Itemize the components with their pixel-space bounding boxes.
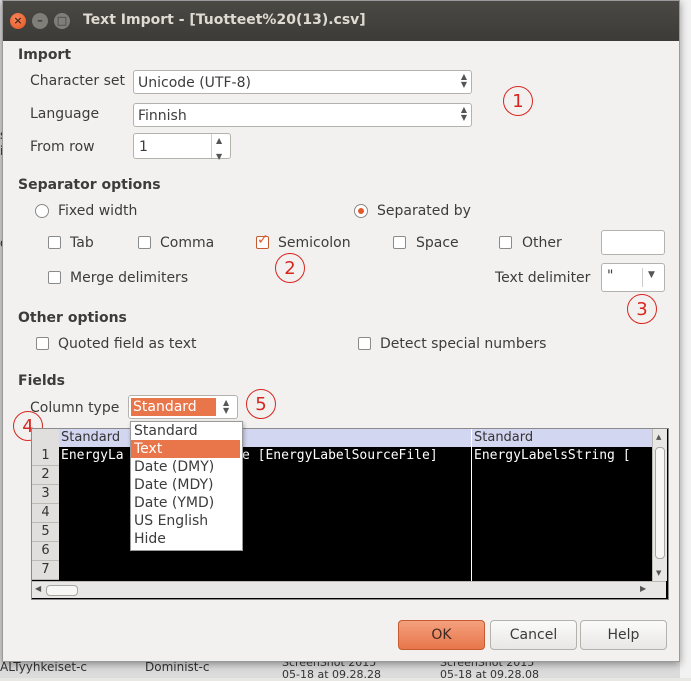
vertical-scrollbar[interactable]: ▲ ▼	[652, 429, 667, 581]
scroll-thumb[interactable]	[46, 585, 78, 596]
text-delimiter-combo[interactable]: " ▼	[601, 263, 665, 292]
quoted-field-label: Quoted field as text	[58, 336, 197, 352]
row-header: 2	[32, 466, 59, 485]
other-separator-input[interactable]	[601, 230, 665, 255]
spin-arrows-icon[interactable]: ▲ ▼	[216, 137, 222, 161]
grid-corner	[32, 429, 59, 448]
fromrow-spinbox[interactable]: ▲▼	[133, 133, 231, 161]
minimize-button[interactable]: –	[32, 13, 48, 29]
quoted-field-checkbox[interactable]	[36, 337, 49, 350]
semicolon-label: Semicolon	[278, 235, 351, 251]
row-header: 5	[32, 523, 59, 542]
column-divider	[471, 429, 472, 581]
merge-delimiters-checkbox[interactable]	[48, 271, 61, 284]
bg-file-label: 05-18 at 09.28.28	[282, 668, 381, 681]
separated-by-label: Separated by	[377, 203, 471, 219]
tab-label: Tab	[70, 235, 94, 251]
window-title: Text Import - [Tuotteet%20(13).csv]	[83, 12, 366, 28]
column-type-dropdown: Standard Text Date (DMY) Date (MDY) Date…	[130, 421, 243, 551]
comma-label: Comma	[160, 235, 215, 251]
close-button[interactable]: ×	[10, 13, 26, 29]
bg-file-label: Dominist-c	[145, 660, 210, 674]
dropdown-option-date-mdy[interactable]: Date (MDY)	[131, 476, 240, 494]
text-delimiter-label: Text delimiter	[495, 270, 591, 286]
horizontal-scrollbar[interactable]: ◀ ▶	[32, 581, 666, 598]
checkmark-icon: ✓	[257, 232, 269, 248]
dropdown-option-us-english[interactable]: US English	[131, 512, 240, 530]
row-header: 6	[32, 542, 59, 561]
charset-label: Character set	[30, 73, 125, 89]
row-header: 4	[32, 504, 59, 523]
comma-checkbox[interactable]	[138, 236, 151, 249]
bg-file-label: 05-18 at 09.28.08	[440, 668, 539, 681]
dropdown-option-text[interactable]: Text	[131, 440, 240, 458]
fromrow-input[interactable]	[137, 137, 211, 157]
separated-by-radio[interactable]	[354, 204, 368, 218]
charset-value: Unicode (UTF-8)	[138, 75, 251, 91]
dropdown-option-standard[interactable]: Standard	[131, 422, 240, 440]
separator-section-title: Separator options	[18, 177, 161, 193]
scroll-thumb[interactable]	[655, 447, 665, 559]
column-type-value: Standard	[131, 398, 216, 416]
fixed-width-label: Fixed width	[58, 203, 138, 219]
column-type-label: Column type	[30, 400, 120, 416]
space-checkbox[interactable]	[393, 236, 406, 249]
preview-grid[interactable]: Standard Standard 1 2 3 4 5 6 7 EnergyLa…	[31, 428, 669, 600]
scroll-up-icon[interactable]: ▲	[656, 433, 661, 441]
text-delimiter-value: "	[607, 268, 614, 284]
import-section-title: Import	[18, 47, 72, 63]
row-header: 3	[32, 485, 59, 504]
scroll-right-icon[interactable]: ▶	[640, 584, 646, 593]
detect-special-numbers-checkbox[interactable]	[358, 337, 371, 350]
annotation-5: 5	[246, 389, 276, 419]
minimize-icon: –	[37, 14, 43, 27]
background-strip	[680, 0, 691, 678]
fromrow-label: From row	[30, 139, 95, 155]
grid-cell: EnergyLabelsString [	[474, 448, 631, 463]
language-label: Language	[30, 106, 100, 122]
other-label: Other	[522, 235, 562, 251]
annotation-2: 2	[275, 253, 305, 283]
semicolon-checkbox[interactable]: ✓	[256, 232, 269, 249]
column-type-select[interactable]: Standard ▲ ▼	[128, 395, 238, 419]
scroll-down-icon[interactable]: ▼	[656, 569, 661, 577]
bg-file-label: ALTyyhkeiset-c	[0, 660, 88, 674]
charset-select[interactable]: Unicode (UTF-8) ▲ ▼	[133, 70, 472, 94]
ok-button[interactable]: OK	[398, 620, 485, 650]
grid-cell: EnergyLa	[61, 448, 124, 463]
annotation-1: 1	[503, 86, 533, 116]
spin-arrows-icon: ▲ ▼	[460, 105, 467, 122]
text-import-dialog: × – □ Text Import - [Tuotteet%20(13).csv…	[2, 0, 680, 662]
maximize-icon: □	[56, 14, 68, 27]
spin-arrows-icon: ▲ ▼	[223, 398, 230, 415]
help-button[interactable]: Help	[580, 620, 667, 650]
merge-delimiters-label: Merge delimiters	[70, 270, 189, 286]
fixed-width-radio[interactable]	[35, 204, 49, 218]
row-header: 1	[32, 447, 59, 466]
language-value: Finnish	[138, 108, 187, 124]
column-header[interactable]: Standard	[59, 429, 471, 447]
annotation-3: 3	[627, 294, 657, 324]
scroll-left-icon[interactable]: ◀	[35, 584, 41, 593]
cancel-button[interactable]: Cancel	[490, 620, 577, 650]
tab-checkbox[interactable]	[48, 236, 61, 249]
dropdown-option-date-ymd[interactable]: Date (YMD)	[131, 494, 240, 512]
grid-cell: e [EnergyLabelSourceFile]	[242, 448, 438, 463]
dropdown-option-date-dmy[interactable]: Date (DMY)	[131, 458, 240, 476]
language-select[interactable]: Finnish ▲ ▼	[133, 103, 472, 127]
row-header: 7	[32, 561, 59, 580]
column-header[interactable]: Standard	[472, 429, 652, 447]
detect-special-numbers-label: Detect special numbers	[380, 336, 547, 352]
space-label: Space	[416, 235, 459, 251]
fields-section-title: Fields	[18, 373, 66, 389]
chevron-down-icon: ▼	[648, 270, 655, 280]
other-options-section-title: Other options	[18, 310, 127, 326]
dropdown-option-hide[interactable]: Hide	[131, 530, 240, 548]
close-icon: ×	[13, 14, 23, 27]
other-checkbox[interactable]	[499, 236, 512, 249]
title-bar: × – □ Text Import - [Tuotteet%20(13).csv…	[3, 1, 679, 41]
maximize-button[interactable]: □	[54, 13, 70, 29]
spin-arrows-icon: ▲ ▼	[460, 72, 467, 89]
